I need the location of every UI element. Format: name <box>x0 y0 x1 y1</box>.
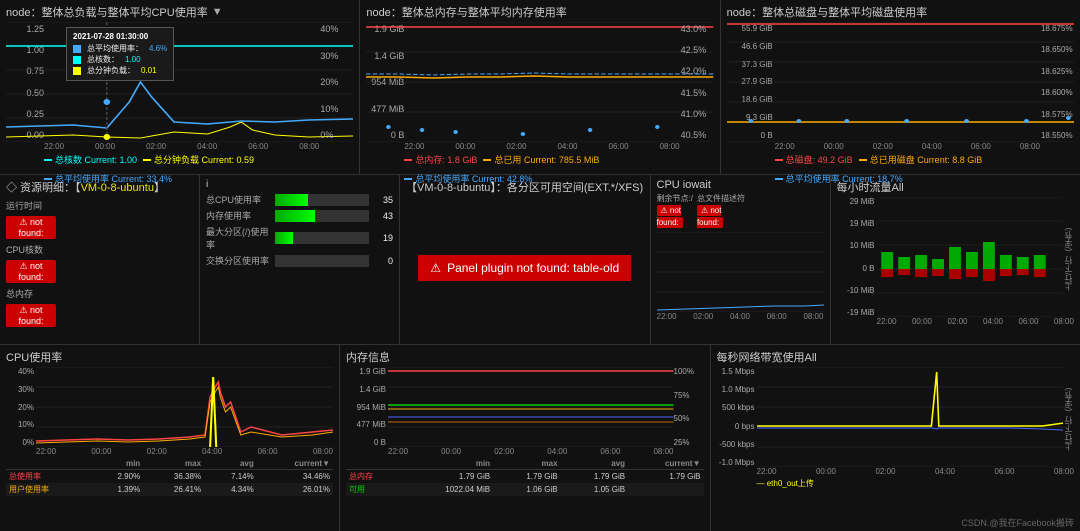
table-row: 用户使用率 1.39% 26.41% 4.34% 26.01% <box>6 483 333 496</box>
tooltip-row3: 总分钟负载：0.01 <box>73 65 167 76</box>
panel3-right-axis: 18.675%18.650%18.625%18.600%18.575%18.55… <box>1039 22 1074 142</box>
alert-iowait1: ⚠ notfound: <box>657 205 683 228</box>
alert-iowait2: ⚠ notfound: <box>697 205 723 228</box>
mem-detail-chart <box>388 367 674 447</box>
cpu-detail-title: CPU使用率 <box>6 349 333 365</box>
network-detail-panel: 每秒网络带宽使用All 1.5 Mbps1.0 Mbps500 kbps0 bp… <box>711 345 1080 531</box>
panel1-legend: 总核数 Current: 1.00 总分钟负载 Current: 0.59 总平… <box>44 153 353 185</box>
panel2-chart <box>366 22 713 142</box>
network-x-labels: 22:0000:0002:0004:0006:0008:00 <box>757 467 1075 476</box>
network-legend: — eth0_out上传 <box>757 478 1075 489</box>
panel1-dropdown-arrow[interactable]: ▼ <box>212 6 223 18</box>
tooltip-row2: 总核数：1.00 <box>73 54 167 65</box>
traffic-panel: 每小时流量All 29 MiB19 MiB10 MiB0 B-10 MiB-19… <box>831 175 1080 344</box>
mem-detail-x-labels: 22:0000:0002:0004:0006:0008:00 <box>388 447 674 456</box>
disk-usage-bar: 最大分区(/)使用率 19 <box>206 225 393 251</box>
swap-usage-bar: 交换分区使用率 0 <box>206 254 393 267</box>
memory-detail-panel: 内存信息 1.9 GiB1.4 GiB954 MiB477 MiB0 B <box>340 345 711 531</box>
table-row: 总内存 1.79 GiB 1.79 GiB 1.79 GiB 1.79 GiB <box>346 470 704 484</box>
traffic-x-labels: 22:0000:0002:0004:0006:0008:00 <box>877 317 1075 326</box>
top-row: node：整体总负载与整体平均CPU使用率 ▼ 1.251.000.750.50… <box>0 0 1080 175</box>
panel3-x-labels: 22:0000:0002:0004:0006:0008:00 <box>775 142 1040 151</box>
usage-bars-panel: i 总CPU使用率 35 内存使用率 43 最大分区(/)使用率 <box>200 175 400 344</box>
alert-cpu: ⚠ notfound: <box>6 260 56 283</box>
panel1-title-text: node：整体总负载与整体平均CPU使用率 <box>6 4 208 20</box>
alert-runtime: ⚠ notfound: <box>6 216 56 239</box>
panel3-legend: 总磁盘: 49.2 GiB 总已用磁盘 Current: 8.8 GiB 总平均… <box>775 153 1074 185</box>
panel3-title: node：整体总磁盘与整体平均磁盘使用率 <box>727 4 1074 20</box>
alert-mem: ⚠ notfound: <box>6 304 56 327</box>
watermark: CSDN.@我在Facebook搬砖 <box>961 516 1074 529</box>
panel2-title-text: node：整体总内存与整体平均内存使用率 <box>366 4 566 20</box>
network-y-axis-label: 上行/下行（/字节） <box>1063 367 1074 467</box>
metric-cpu: ⚠ notfound: <box>6 260 193 283</box>
traffic-y-labels: 29 MiB19 MiB10 MiB0 B-10 MiB-19 MiB <box>837 197 877 317</box>
metric-mem-label: 总内存 <box>6 287 193 300</box>
tooltip-row1: 总平均使用率：4.6% <box>73 43 167 54</box>
cpu-detail-x-labels: 22:0000:0002:0004:0006:0008:00 <box>36 447 333 456</box>
panel1-right-axis: 40%30%20%10%0% <box>318 22 353 142</box>
iowait-x-labels: 22:0002:0004:0006:0008:00 <box>657 312 824 321</box>
panel1-chart <box>6 22 353 142</box>
iowait-chart <box>657 232 824 312</box>
traffic-y-axis-label: 上行/下行（/字节） <box>1063 197 1074 317</box>
panel2-title: node：整体总内存与整体平均内存使用率 <box>366 4 713 20</box>
panel1-title[interactable]: node：整体总负载与整体平均CPU使用率 ▼ <box>6 4 353 20</box>
plugin-error-msg: ⚠ Panel plugin not found: table-old <box>418 255 631 281</box>
network-y-labels: 1.5 Mbps1.0 Mbps500 kbps0 bps-500 kbps-1… <box>717 367 757 467</box>
network-chart <box>757 367 1064 467</box>
cpu-table: min max avg current▼ 总使用率 2.90% 36.38% 7… <box>6 458 333 496</box>
cpu-detail-chart <box>36 367 333 447</box>
panel1-x-labels: 22:0000:0002:0004:0006:0008:00 <box>44 142 319 151</box>
disk-partition-panel: 【VM-0-8-ubuntu】：各分区可用空间(EXT.*/XFS) ⚠ Pan… <box>400 175 651 344</box>
metric-runtime-label: 运行时间 <box>6 199 193 212</box>
middle-row: ◇ 资源明细：【VM-0-8-ubuntu】 运行时间 ⚠ notfound: … <box>0 175 1080 345</box>
memory-overview-panel: node：整体总内存与整体平均内存使用率 1.9 GiB1.4 GiB954 M… <box>360 0 720 174</box>
panel2-x-labels: 22:0000:0002:0004:0006:0008:00 <box>404 142 679 151</box>
tooltip-time: 2021-07-28 01:30:00 <box>73 32 167 41</box>
metric-mem: ⚠ notfound: <box>6 304 193 327</box>
traffic-chart <box>877 197 1064 317</box>
metric-runtime: ⚠ notfound: <box>6 216 193 239</box>
mem-detail-title: 内存信息 <box>346 349 704 365</box>
bottom-row: CPU使用率 40%30%20%10%0% <box>0 345 1080 531</box>
cpu-detail-panel: CPU使用率 40%30%20%10%0% <box>0 345 340 531</box>
panel2-legend: 总内存: 1.8 GiB 总已用 Current: 785.5 MiB 总平均使… <box>404 153 713 185</box>
panel2-right-axis: 43.0%42.5%42.0%41.5%41.0%40.5% <box>679 22 714 142</box>
cpu-usage-bar: 总CPU使用率 35 <box>206 193 393 206</box>
disk-overview-panel: node：整体总磁盘与整体平均磁盘使用率 55.9 GiB46.6 GiB37.… <box>721 0 1080 174</box>
mem-detail-right-axis: 100%75%50%25% <box>674 367 704 447</box>
panel3-chart <box>727 22 1074 142</box>
table-row: 总使用率 2.90% 36.38% 7.14% 34.46% <box>6 470 333 484</box>
cpu-detail-y-labels: 40%30%20%10%0% <box>6 367 36 447</box>
metric-cpu-label: CPU核数 <box>6 243 193 256</box>
dashboard: node：整体总负载与整体平均CPU使用率 ▼ 1.251.000.750.50… <box>0 0 1080 531</box>
resource-label-panel: ◇ 资源明细：【VM-0-8-ubuntu】 运行时间 ⚠ notfound: … <box>0 175 200 344</box>
chart1-tooltip: 2021-07-28 01:30:00 总平均使用率：4.6% 总核数：1.00… <box>66 27 174 81</box>
iowait-panel: CPU iowait 剩余节点:/ ⚠ notfound: 总文件描述符 ⚠ n… <box>651 175 831 344</box>
cpu-overview-panel: node：整体总负载与整体平均CPU使用率 ▼ 1.251.000.750.50… <box>0 0 360 174</box>
network-title: 每秒网络带宽使用All <box>717 349 1075 365</box>
table-row: 可用 1022.04 MiB 1.06 GiB 1.05 GiB <box>346 483 704 496</box>
mem-detail-y-labels: 1.9 GiB1.4 GiB954 MiB477 MiB0 B <box>346 367 388 447</box>
mem-table: min max avg current▼ 总内存 1.79 GiB 1.79 G… <box>346 458 704 496</box>
mem-usage-bar: 内存使用率 43 <box>206 209 393 222</box>
panel3-title-text: node：整体总磁盘与整体平均磁盘使用率 <box>727 4 927 20</box>
